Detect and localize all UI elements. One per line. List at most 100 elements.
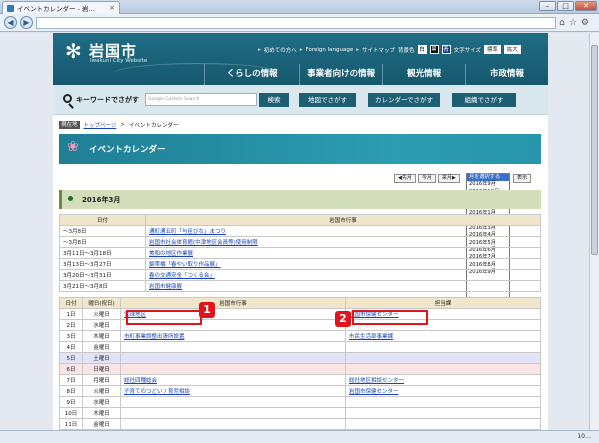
day-cell: 4日 [59, 341, 83, 353]
period-date: 3月21日～3月8日 [59, 280, 146, 292]
month-option[interactable]: 2016年9月 [467, 181, 509, 188]
department [345, 418, 541, 430]
browser-tools: ⌂ ☆ ⚙ [559, 18, 595, 28]
department-link[interactable]: 総社地区相談センター [349, 378, 404, 384]
font-size-large-button[interactable]: 拡大 [503, 45, 521, 54]
col-header-date: 日付 [59, 214, 146, 226]
department: 岩国市保健センター [345, 385, 541, 397]
search-button[interactable]: 検索 [259, 93, 289, 107]
breadcrumb-separator: > [120, 122, 126, 128]
event [120, 341, 346, 353]
nav-business-info[interactable]: 事業者向けの情報 [299, 64, 382, 85]
weekday-cell: 金曜日 [82, 418, 121, 430]
scrollbar-thumb[interactable] [591, 45, 598, 255]
event-link[interactable]: 岩国市健康展 [149, 284, 182, 290]
period-date: 3月13日～3月27日 [59, 258, 146, 270]
nav-tourism-info[interactable]: 観光情報 [382, 64, 465, 85]
event-link[interactable]: 子育てのつどい / 育児相談 [124, 389, 190, 395]
next-month-button[interactable]: 来月▶ [437, 174, 460, 183]
event-link[interactable]: 総社四種総会 [124, 378, 157, 384]
col-header-department: 担当課 [345, 297, 541, 309]
lotus-icon: ❀ [67, 139, 79, 155]
period-event-cell: 錦帯橋「春やい取り作品展」 [145, 258, 541, 270]
table-row: 3月21日～3月8日 岩国市健康展 [59, 280, 541, 292]
weekday-cell: 木曜日 [82, 407, 121, 419]
forward-button[interactable]: ▶ [20, 16, 33, 29]
weekday-cell: 水曜日 [82, 319, 121, 331]
callout-badge-1: 1 [199, 302, 215, 318]
settings-icon[interactable]: ⚙ [581, 18, 589, 28]
bg-white-button[interactable]: 白 [417, 45, 427, 54]
callout-highlight-department [352, 310, 428, 325]
site-logo-english: Iwakuni City Website [90, 58, 148, 64]
tab-close-icon[interactable]: × [109, 4, 115, 12]
col-header-event: 岩国市行事 [145, 214, 541, 226]
period-event-cell: 岩国市健康展 [145, 280, 541, 292]
department [345, 352, 541, 364]
event-link[interactable]: 岩国市社会体育館(中津地区会員等)使用制限 [149, 240, 258, 246]
period-date: 3月11日～3月18日 [59, 247, 146, 259]
day-cell: 10日 [59, 407, 83, 419]
bg-black-button[interactable]: 黒 [429, 45, 439, 54]
zoom-level[interactable]: 10… [577, 433, 591, 440]
event-link[interactable]: 美和の地区作業展 [149, 251, 193, 257]
day-cell: 11日 [59, 418, 83, 430]
event-link[interactable]: 市町事業調整出張所設置 [124, 334, 185, 340]
maximize-button[interactable]: □ [557, 1, 574, 11]
calendar-search-button[interactable]: カレンダーでさがす [368, 93, 440, 107]
keyword-search-label: キーワードでさがす [76, 96, 139, 104]
font-size-standard-button[interactable]: 標準 [483, 45, 501, 54]
back-button[interactable]: ◀ [4, 16, 17, 29]
department-link[interactable]: 市民生活部事業課 [349, 334, 393, 340]
event-link[interactable]: 春の交通安全「つくる会」 [149, 273, 215, 279]
table-row: ～3月8日 通町通五町「与臣びな」まつり [59, 225, 541, 237]
department-link[interactable]: 岩国市保健センター [349, 389, 399, 395]
table-row: ～3月8日 岩国市社会体育館(中津地区会員等)使用制限 [59, 236, 541, 248]
util-link-foreign-language[interactable]: Foreign language [306, 47, 354, 53]
map-search-button[interactable]: 地図でさがす [299, 93, 356, 107]
search-input[interactable]: Google Custom Search [145, 93, 257, 106]
font-size-label: 文字サイズ [453, 47, 481, 54]
event: 総社四種総会 [120, 374, 346, 386]
col-header-weekday: 曜日(祝日) [82, 297, 121, 309]
weekday-cell: 木曜日 [82, 330, 121, 342]
department: 総社地区相談センター [345, 374, 541, 386]
show-button[interactable]: 表示 [513, 174, 532, 183]
department [345, 396, 541, 408]
this-month-button[interactable]: 今月 [417, 174, 436, 183]
event [120, 352, 346, 364]
event-link[interactable]: 通町通五町「与臣びな」まつり [149, 229, 226, 235]
day-cell: 1日 [59, 308, 83, 320]
callout-badge-2: 2 [335, 311, 351, 327]
event-link[interactable]: 錦帯橋「春やい取り作品展」 [149, 262, 221, 268]
table-row: 6日 日曜日 [59, 363, 541, 375]
vertical-scrollbar[interactable] [589, 33, 599, 430]
nav-city-gov-info[interactable]: 市政情報 [465, 64, 548, 85]
favorites-icon[interactable]: ☆ [569, 18, 577, 28]
period-events-table: 日付 岩国市行事 ～3月8日 通町通五町「与臣びな」まつり ～3月8日 岩国市社会体育… [59, 214, 541, 292]
period-event-cell: 美和の地区作業展 [145, 247, 541, 259]
prev-month-button[interactable]: ◀先月 [394, 174, 416, 183]
bg-blue-button[interactable]: 青 [441, 45, 451, 54]
breadcrumb-home-link[interactable]: トップページ [84, 121, 117, 129]
util-link-sitemap[interactable]: サイトマップ [362, 46, 395, 54]
table-row: 11日 金曜日 [59, 418, 541, 430]
util-link-first-visit[interactable]: 初めての方へ [264, 46, 297, 54]
minimize-button[interactable]: – [539, 1, 556, 11]
organization-search-button[interactable]: 組織でさがす [452, 93, 516, 107]
event [120, 396, 346, 408]
home-icon[interactable]: ⌂ [559, 18, 565, 28]
weekday-cell: 金曜日 [82, 341, 121, 353]
month-navigation: ◀先月 今月 来月▶ [394, 174, 460, 183]
nav-living-info[interactable]: くらしの情報 [204, 64, 299, 85]
close-window-button[interactable]: ✕ [575, 1, 597, 11]
search-band: キーワードでさがす Google Custom Search 検索 地図でさがす… [53, 85, 548, 115]
table-row: 3月13日～3月27日 錦帯橋「春やい取り作品展」 [59, 258, 541, 270]
address-bar[interactable] [36, 16, 557, 29]
browser-navbar: ◀ ▶ ⌂ ☆ ⚙ [0, 14, 599, 32]
table-row: 7日 月曜日 総社四種総会 総社地区相談センター [59, 374, 541, 386]
weekday-cell: 土曜日 [82, 352, 121, 364]
event [120, 407, 346, 419]
site-container: ✻ 岩国市 Iwakuni City Website ▸ 初めての方へ ▸ Fore… [53, 33, 548, 430]
browser-tab[interactable]: イベントカレンダー - 岩… × [2, 1, 120, 14]
